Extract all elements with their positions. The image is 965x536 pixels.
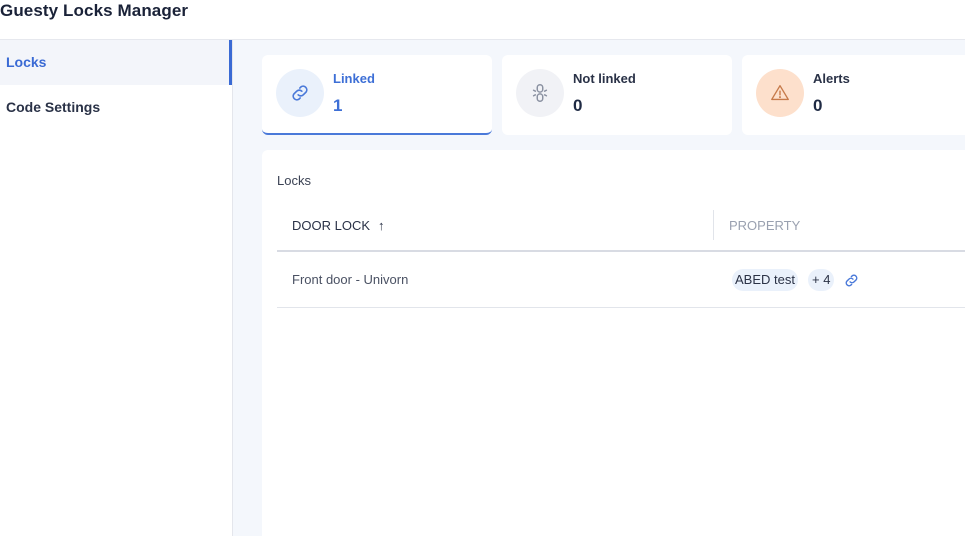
linked-stat-card[interactable]: Linked 1 — [262, 55, 492, 135]
link-icon[interactable] — [843, 272, 860, 294]
sidebar-item-code-settings[interactable]: Code Settings — [0, 85, 232, 130]
not-linked-stat-card[interactable]: Not linked 0 — [502, 55, 732, 135]
more-properties-chip[interactable]: + 4 — [808, 269, 835, 291]
column-header-property[interactable]: PROPERTY — [729, 201, 800, 250]
sort-ascending-icon: ↑ — [378, 218, 385, 233]
linked-count: 1 — [333, 96, 343, 115]
app-title: Guesty Locks Manager — [0, 1, 189, 20]
door-lock-cell: Front door - Univorn — [292, 272, 409, 287]
table-header: DOOR LOCK ↑ PROPERTY — [277, 201, 965, 252]
table-row[interactable]: Front door - Univorn ABED test + 4 — [277, 252, 965, 308]
panel-title: Locks — [277, 173, 311, 188]
link-icon — [276, 69, 324, 117]
main-content: Linked 1 Not linked 0 Alerts 0 Locks DOO… — [233, 40, 965, 536]
broken-link-icon — [516, 69, 564, 117]
app-header: Guesty Locks Manager — [0, 0, 965, 40]
property-chip[interactable]: ABED test — [732, 269, 798, 291]
not-linked-label: Not linked — [573, 71, 636, 86]
locks-panel: Locks DOOR LOCK ↑ PROPERTY Front door - U… — [262, 150, 965, 536]
alerts-stat-card[interactable]: Alerts 0 — [742, 55, 965, 135]
column-header-door-lock[interactable]: DOOR LOCK ↑ — [292, 201, 385, 250]
linked-label: Linked — [333, 71, 375, 86]
alerts-count: 0 — [813, 96, 823, 115]
warning-icon — [756, 69, 804, 117]
sidebar: Locks Code Settings — [0, 40, 233, 536]
column-header-door-lock-label: DOOR LOCK — [292, 218, 371, 233]
not-linked-count: 0 — [573, 96, 583, 115]
alerts-label: Alerts — [813, 71, 850, 86]
column-divider — [713, 210, 714, 240]
sidebar-item-locks[interactable]: Locks — [0, 40, 232, 85]
